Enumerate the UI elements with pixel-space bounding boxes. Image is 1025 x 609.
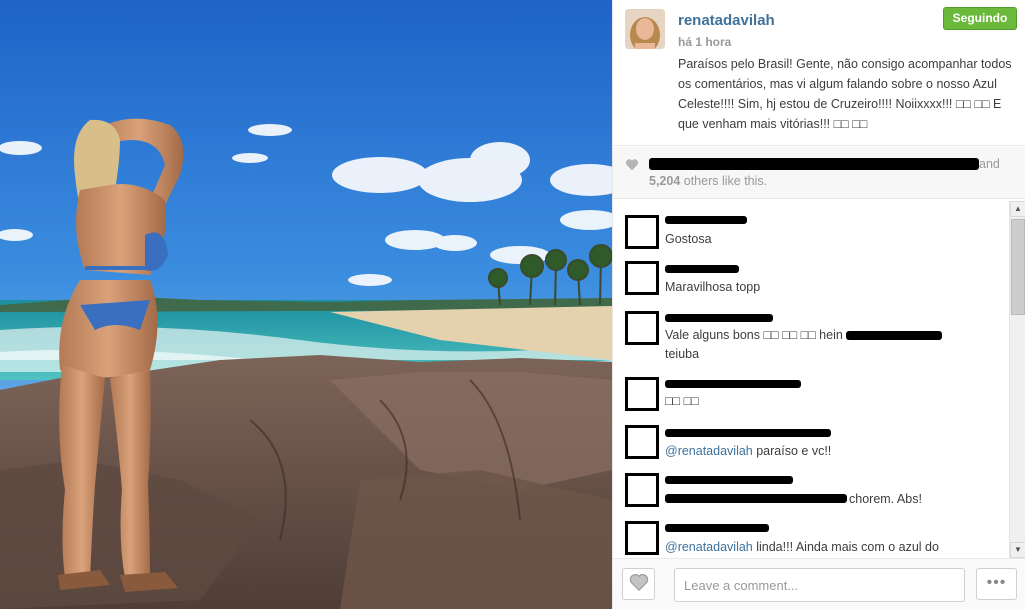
comment-text: Gostosa (665, 232, 712, 246)
comment-footer: ••• (613, 558, 1025, 609)
comment-avatar[interactable] (625, 377, 659, 411)
scroll-up-arrow-icon[interactable]: ▲ (1010, 201, 1025, 217)
heart-icon (629, 573, 649, 596)
comment-avatar[interactable] (625, 425, 659, 459)
redacted-username (665, 380, 801, 388)
likes-count-number[interactable]: 5,204 (649, 174, 680, 188)
redacted-likers (649, 158, 979, 170)
comment-text-part: teiuba (665, 347, 700, 361)
comment-avatar[interactable] (625, 261, 659, 295)
comment-text-part: paraíso e vc!! (752, 444, 832, 458)
comment-text: @renatadavilah linda!!! Ainda mais com o… (665, 538, 995, 557)
comments-scrollbar[interactable]: ▲ ▼ (1009, 201, 1025, 558)
likes-count: 5,204 others like this. (649, 174, 767, 188)
comment-mention-link[interactable]: @renatadavilah (665, 540, 753, 554)
redacted-username (665, 216, 747, 224)
comment-text: □□ □□ (665, 394, 699, 408)
redacted-mention (846, 331, 943, 340)
redacted-username (665, 314, 773, 322)
post-photo[interactable] (0, 0, 612, 609)
redacted-username (665, 429, 831, 437)
scrollbar-thumb[interactable] (1011, 219, 1025, 315)
post-details-panel: renatadavilah há 1 hora Seguindo Paraíso… (612, 0, 1025, 609)
likes-section: and 5,204 others like this. (613, 147, 1025, 199)
comment-avatar[interactable] (625, 521, 659, 555)
profile-picture-image (625, 9, 665, 49)
comment-text: Maravilhosa topp (665, 280, 761, 294)
post-caption: Paraísos pelo Brasil! Gente, não consigo… (678, 57, 1012, 131)
comment-text-part: Vale alguns bons □□ □□ □□ hein (665, 328, 843, 342)
likes-count-suffix: others like this. (680, 174, 768, 188)
redacted-comment-text (665, 494, 847, 503)
more-options-button[interactable]: ••• (976, 568, 1017, 600)
heart-icon (625, 158, 639, 176)
redacted-username (665, 265, 739, 273)
comment-input[interactable] (674, 568, 965, 602)
post-timestamp[interactable]: há 1 hora (678, 35, 731, 49)
comment-avatar[interactable] (625, 215, 659, 249)
comment-text-part: linda!!! Ainda mais com o azul do (752, 540, 939, 554)
post-header: renatadavilah há 1 hora Seguindo Paraíso… (613, 0, 1025, 146)
ellipsis-icon: ••• (986, 574, 1007, 591)
avatar[interactable] (625, 9, 665, 49)
redacted-username (665, 476, 793, 484)
comment-avatar[interactable] (625, 473, 659, 507)
scroll-down-arrow-icon[interactable]: ▼ (1010, 542, 1025, 558)
comment-avatar[interactable] (625, 311, 659, 345)
redacted-username (665, 524, 769, 532)
beach-photo-image (0, 0, 612, 609)
comment-text: Vale alguns bons □□ □□ □□ hein teiuba (665, 326, 995, 364)
like-button[interactable] (622, 568, 655, 600)
following-button[interactable]: Seguindo (943, 7, 1017, 30)
comment-text: chorem. Abs! (849, 492, 922, 506)
comments-list: Gostosa Maravilhosa topp Vale alguns bon… (613, 200, 1009, 557)
post-username[interactable]: renatadavilah (678, 12, 775, 29)
likes-and-label: and (979, 157, 1000, 171)
comment-text: @renatadavilah paraíso e vc!! (665, 442, 995, 461)
comment-mention-link[interactable]: @renatadavilah (665, 444, 753, 458)
